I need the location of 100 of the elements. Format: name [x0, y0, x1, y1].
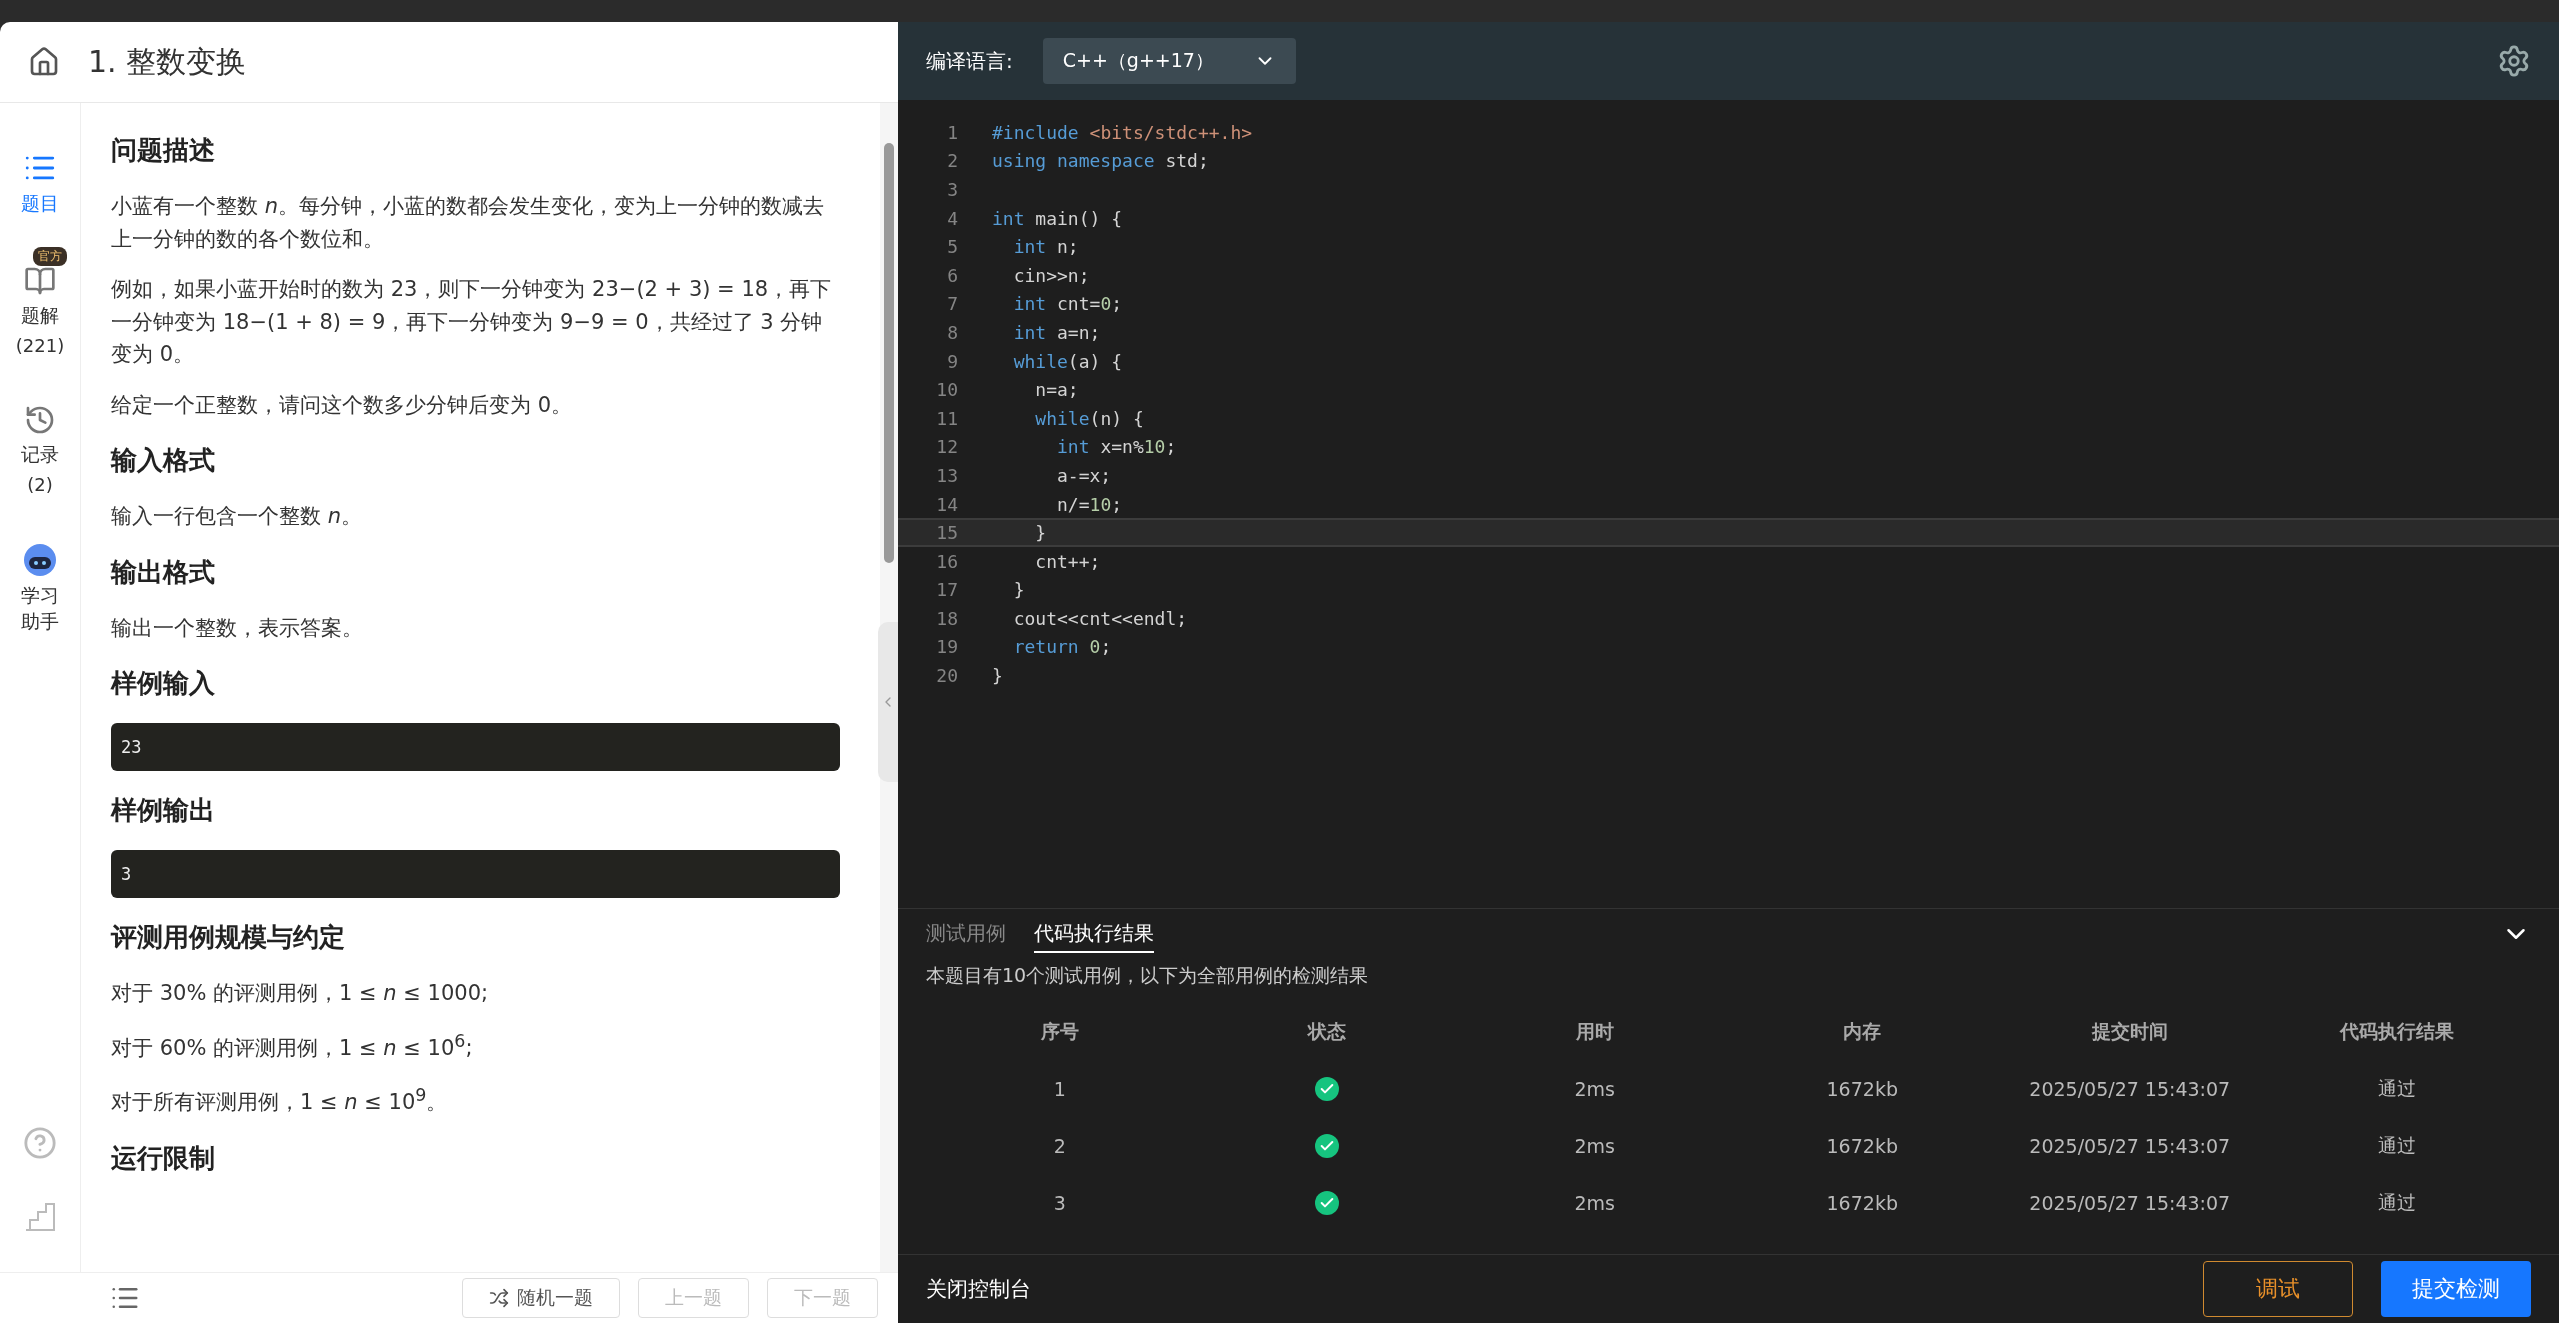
table-cell: 2ms [1574, 1077, 1615, 1100]
paragraph: 输入一行包含一个整数 n。 [111, 503, 363, 531]
robot-icon [23, 543, 57, 577]
line-number: 16 [935, 550, 958, 572]
section-heading: 样例输出 [111, 794, 216, 828]
problem-title: 1. 整数变换 [88, 42, 247, 81]
code-line: int cnt=0; [1012, 293, 1123, 315]
line-number: 10 [935, 379, 958, 401]
paragraph: 输出一个整数，表示答案。 [111, 614, 364, 642]
close-console-link[interactable]: 关闭控制台 [926, 1275, 1031, 1303]
help-icon[interactable] [23, 1126, 57, 1160]
stairs-icon[interactable] [24, 1200, 56, 1232]
line-number: 14 [935, 493, 958, 515]
column-header: 状态 [1308, 1018, 1347, 1044]
table-cell: 2 [1053, 1134, 1066, 1157]
table-cell: 1672kb [1826, 1191, 1898, 1214]
table-cell: 2ms [1574, 1191, 1615, 1214]
section-heading: 问题描述 [111, 134, 216, 167]
column-header: 序号 [1040, 1018, 1079, 1044]
line-number: 4 [946, 207, 958, 229]
paragraph: 小蓝有一个整数 n。每分钟，小蓝的数都会发生变化，变为上一分钟的数减去上一分钟的数的各个数位和。 [111, 193, 825, 253]
line-number: 11 [935, 407, 958, 429]
code-line: cnt++; [1034, 550, 1101, 572]
paragraph: 给定一个正整数，请问这个数多少分钟后变为 0。 [111, 391, 574, 419]
table-cell-text: 通过 [2378, 1189, 2417, 1215]
table-cell: 1672kb [1826, 1134, 1898, 1157]
collapse-handle[interactable] [878, 622, 898, 782]
line-number: 9 [946, 350, 958, 372]
line-number: 6 [946, 264, 958, 286]
console-tab[interactable]: 代码执行结果 [1034, 915, 1154, 953]
paragraph: 对于 60% 的评测用例，1 ≤ n ≤ 10$^{6}$; [111, 1029, 474, 1062]
sample-block: 23 [111, 723, 840, 772]
section-heading: 输入格式 [111, 444, 216, 478]
nav-item[interactable]: 题目 [13, 133, 67, 217]
language-label: 编译语言: [926, 47, 1013, 75]
submit-button[interactable]: 提交检测 [2381, 1261, 2531, 1317]
line-number: 15 [935, 522, 958, 544]
line-number: 12 [935, 436, 958, 458]
code-line: using namespace std; [992, 150, 1209, 172]
table-cell-text: 通过 [2378, 1132, 2417, 1158]
home-icon[interactable] [28, 46, 60, 78]
nav-item[interactable]: 记录 (2) [13, 386, 67, 495]
section-heading: 输出格式 [111, 555, 216, 589]
line-number: 13 [935, 464, 958, 486]
line-number: 19 [935, 636, 958, 658]
code-line: a-=x; [1056, 464, 1112, 486]
nav-item[interactable]: 学习助手 [13, 525, 67, 635]
table-cell: 2ms [1574, 1134, 1615, 1157]
code-line: return 0; [1012, 636, 1112, 658]
paragraph: 例如，如果小蓝开始时的数为 23，则下一分钟变为 23−(2 + 3) = 18，再下一分钟变为 18−(1 + 8) = 9，再下一分钟变为 9−9 = 0，共经过了 3 分钟变为 0。 [111, 276, 833, 369]
section-heading: 评测用例规模与约定 [111, 921, 346, 955]
table-cell: 3 [1053, 1191, 1066, 1214]
code-line: while(n) { [1034, 407, 1144, 429]
official-badge: 官方 [33, 247, 67, 266]
table-cell: 2025/05/27 15:43:07 [2029, 1134, 2231, 1157]
code-line: #include <bits/stdc++.h> [992, 121, 1253, 143]
column-header: 代码执行结果 [2340, 1018, 2455, 1044]
paragraph: 对于 30% 的评测用例，1 ≤ n ≤ 1000; [111, 980, 490, 1008]
code-line: int a=n; [1012, 321, 1101, 343]
table-cell: 1 [1053, 1077, 1066, 1100]
column-header: 内存 [1843, 1018, 1882, 1044]
code-line: while(a) { [1012, 350, 1123, 372]
language-select[interactable]: C++（g++17） [1042, 38, 1296, 84]
console-tab[interactable]: 测试用例 [926, 915, 1006, 953]
column-header: 用时 [1575, 1018, 1614, 1044]
section-heading: 运行限制 [111, 1142, 216, 1175]
line-number: 7 [946, 293, 958, 315]
sample-block: 3 [111, 850, 840, 899]
code-line: cin>>n; [1012, 264, 1090, 286]
line-number: 8 [946, 321, 958, 343]
line-number: 1 [946, 121, 958, 143]
code-line: n=a; [1034, 379, 1079, 401]
line-number: 2 [946, 150, 958, 172]
table-cell: 2025/05/27 15:43:07 [2029, 1077, 2231, 1100]
code-line: int x=n%10; [1056, 436, 1177, 458]
line-number: 20 [935, 665, 958, 687]
line-number: 18 [935, 607, 958, 629]
code-line: n/=10; [1056, 493, 1123, 515]
table-cell: 1672kb [1826, 1077, 1898, 1100]
nav-button[interactable]: 随机一题 [462, 1278, 620, 1318]
code-line: } [992, 665, 1003, 687]
paragraph: 对于所有评测用例，1 ≤ n ≤ 10$^{9}$。 [111, 1084, 449, 1117]
settings-icon[interactable] [2497, 44, 2531, 78]
code-line: int n; [1012, 236, 1079, 258]
section-heading: 样例输入 [111, 667, 216, 701]
code-line: cout<<cnt<<endl; [1012, 607, 1188, 629]
table-cell-text: 通过 [2378, 1075, 2417, 1101]
result-summary: 本题目有10个测试用例，以下为全部用例的检测结果 [926, 963, 1370, 988]
history-icon [24, 404, 56, 436]
nav-item[interactable]: 官方 题解 (221) [13, 247, 67, 356]
table-cell: 2025/05/27 15:43:07 [2029, 1191, 2231, 1214]
code-line: } [1034, 522, 1047, 544]
line-number: 17 [935, 579, 958, 601]
code-line: int main() { [992, 207, 1123, 229]
code-line: } [1012, 579, 1025, 601]
column-header: 提交时间 [2091, 1018, 2168, 1044]
debug-button[interactable]: 调试 [2203, 1261, 2353, 1317]
scrollbar-thumb[interactable] [884, 143, 894, 563]
shuffle-icon [489, 1288, 509, 1308]
line-number: 3 [946, 179, 958, 200]
